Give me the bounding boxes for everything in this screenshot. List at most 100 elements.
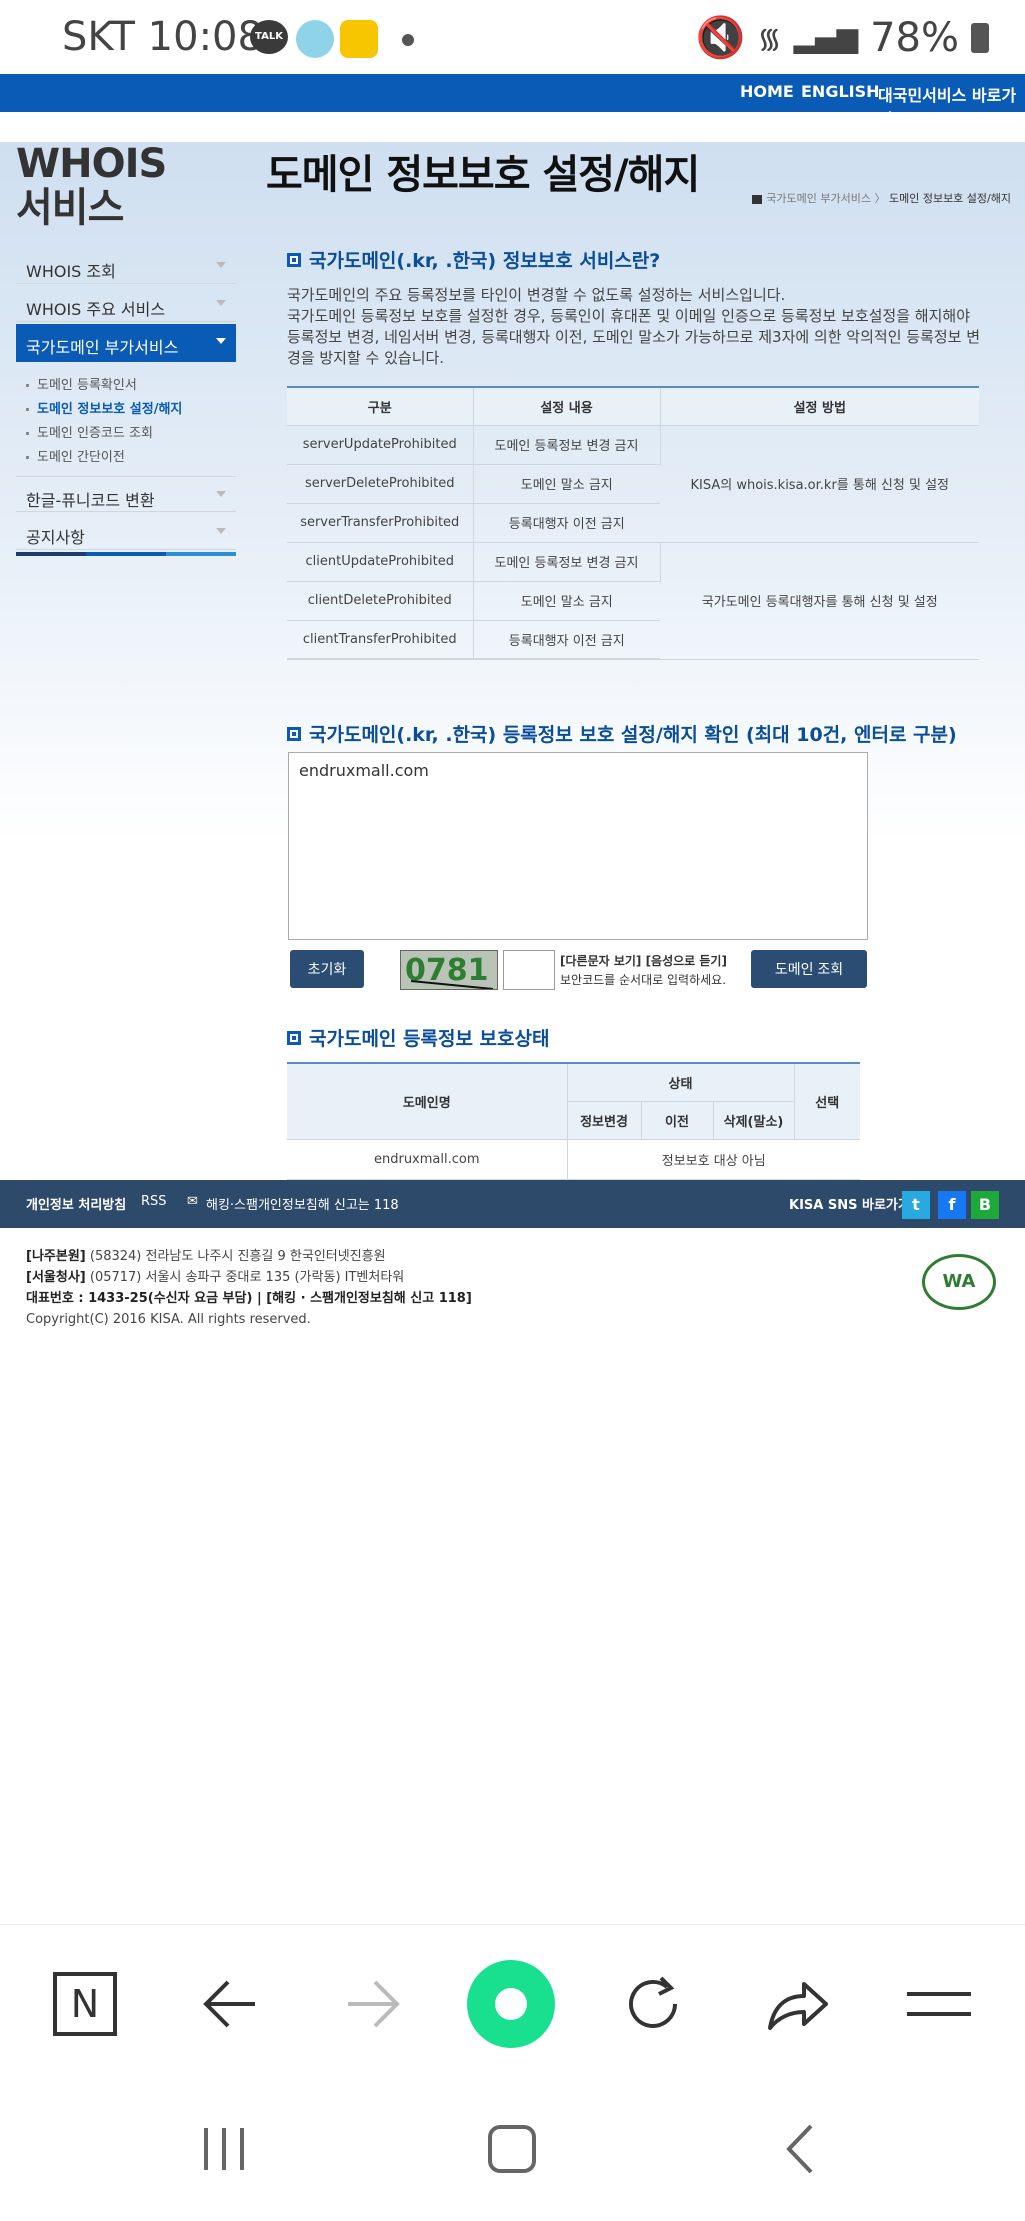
footer-bar: 개인정보 처리방침 RSS ✉ 해킹·스팸개인정보침해 신고는 118 KISA… [0, 1180, 1025, 1228]
kb-bank-icon [340, 20, 378, 58]
rss-link[interactable]: RSS [141, 1194, 167, 1209]
table-cell: 도메인 말소 금지 [473, 464, 660, 504]
table-header: 도메인명 [287, 1062, 568, 1140]
address-label: [나주본원] [26, 1249, 86, 1264]
chevron-down-icon [216, 262, 226, 268]
menu-icon[interactable] [904, 1969, 974, 2039]
submenu-registration-cert[interactable]: 도메인 등록확인서 [26, 374, 137, 393]
english-link[interactable]: ENGLISH [801, 82, 880, 101]
table-header: 상태 [567, 1062, 795, 1102]
section-description: 국가도메인의 주요 등록정보를 타인이 변경할 수 없도록 설정하는 서비스입니… [287, 285, 987, 369]
svg-text:N: N [71, 1982, 99, 2026]
table-cell: 정보보호 대상 아님 [567, 1139, 860, 1180]
sidebar-item-label: WHOIS 조회 [26, 262, 116, 281]
gov-service-link[interactable]: 대국민서비스 바로가기 [878, 82, 1025, 130]
section-heading-text: 국가도메인(.kr, .한국) 등록정보 보호 설정/해지 확인 (최대 10건… [309, 724, 957, 746]
more-notifications-icon [402, 34, 414, 46]
recent-apps-icon[interactable] [200, 2124, 250, 2178]
privacy-policy-link[interactable]: 개인정보 처리방침 [26, 1194, 126, 1213]
naver-green-dot-button[interactable] [466, 1959, 556, 2049]
table-cell: serverUpdateProhibited [287, 425, 474, 465]
wifi-icon: ᯾ [757, 21, 782, 55]
captcha-hint: 보안코드를 순서대로 입력하세요. [560, 973, 727, 987]
captcha-help: [다른문자 보기] [음성으로 듣기] 보안코드를 순서대로 입력하세요. [560, 952, 727, 990]
table-cell: serverDeleteProhibited [287, 464, 474, 504]
breadcrumb-current: 도메인 정보보호 설정/해지 [888, 192, 1011, 205]
table-cell: 도메인 등록정보 변경 금지 [473, 542, 661, 582]
battery-percent: 78% [870, 14, 959, 61]
bullet-icon [287, 1030, 301, 1045]
reset-button[interactable]: 초기화 [290, 950, 364, 988]
sidebar-heading-line2: 서비스 [16, 185, 124, 231]
section-heading-protection-info: 국가도메인(.kr, .한국) 정보보호 서비스란? [287, 246, 660, 273]
domain-lookup-button[interactable]: 도메인 조회 [751, 950, 867, 988]
mute-icon: 🔇 [695, 15, 746, 61]
address-seoul: [서울청사] (05717) 서울시 송파구 중대로 135 (가락동) IT벤… [26, 1267, 472, 1288]
home-link[interactable]: HOME [740, 82, 794, 101]
table-header: 정보변경 [567, 1101, 642, 1140]
sidebar-heading-line1: WHOIS [16, 141, 167, 187]
copyright: Copyright(C) 2016 KISA. All rights reser… [26, 1312, 311, 1327]
sidebar-item-label: 국가도메인 부가서비스 [26, 338, 179, 357]
table-cell: KISA의 whois.kisa.or.kr를 통해 신청 및 설정 [660, 425, 979, 543]
chevron-down-icon [216, 528, 226, 534]
bullet-icon [287, 726, 301, 741]
description-line: 국가도메인 등록정보 보호를 설정한 경우, 등록인이 휴대폰 및 이메일 인증… [287, 307, 981, 367]
battery-icon [971, 22, 989, 53]
sidebar-divider [16, 552, 236, 556]
table-header: 이전 [641, 1101, 714, 1140]
table-header: 설정 내용 [473, 386, 661, 426]
sidebar-item-whois-main[interactable]: WHOIS 주요 서비스 [16, 286, 236, 322]
table-header: 삭제(말소) [713, 1101, 795, 1140]
breadcrumb-parent[interactable]: 국가도메인 부가서비스 [766, 192, 871, 205]
domain-input-textarea[interactable]: endruxmall.com [288, 752, 868, 940]
section-heading-text: 국가도메인(.kr, .한국) 정보보호 서비스란? [309, 250, 661, 272]
sidebar-item-national-domain[interactable]: 국가도메인 부가서비스 [16, 324, 236, 362]
sidebar-item-notice[interactable]: 공지사항 [16, 514, 236, 550]
submenu-info-protection[interactable]: 도메인 정보보호 설정/해지 [26, 398, 182, 417]
mail-icon: ✉ [187, 1194, 198, 1209]
system-back-icon[interactable] [785, 2124, 815, 2178]
sidebar-item-punycode[interactable]: 한글-퓨니코드 변환 [16, 476, 236, 512]
submenu-simple-transfer[interactable]: 도메인 간단이전 [26, 446, 125, 465]
captcha-input[interactable] [503, 950, 555, 990]
carrier-time: SKT 10:08 [62, 14, 263, 60]
sidebar-heading: WHOIS 서비스 [16, 141, 167, 231]
content-area: WHOIS 서비스 도메인 정보보호 설정/해지 국가도메인 부가서비스 〉 도… [0, 142, 1025, 1180]
facebook-icon[interactable]: f [938, 1191, 966, 1219]
wa-certification-logo: WA [922, 1254, 996, 1310]
home-icon[interactable] [752, 194, 763, 204]
kakaotalk-icon: TALK [250, 20, 288, 54]
forward-arrow-icon[interactable] [338, 1969, 408, 2039]
blog-icon[interactable]: B [971, 1191, 999, 1219]
table-cell: endruxmall.com [287, 1139, 568, 1180]
chevron-down-icon [216, 300, 226, 306]
submenu-auth-code[interactable]: 도메인 인증코드 조회 [26, 422, 153, 441]
captcha-links[interactable]: [다른문자 보기] [음성으로 듣기] [560, 952, 727, 971]
home-button-icon[interactable] [487, 2124, 537, 2178]
report-link[interactable]: 해킹·스팸개인정보침해 신고는 118 [206, 1194, 399, 1213]
table-header: 구분 [287, 386, 474, 426]
table-cell: serverTransferProhibited [287, 503, 474, 543]
table-cell: 등록대행자 이전 금지 [473, 620, 660, 660]
sidebar-item-whois-lookup[interactable]: WHOIS 조회 [16, 248, 236, 284]
protection-status-table: 도메인명 상태 선택 정보변경 이전 삭제(말소) endruxmall.com… [287, 1062, 860, 1180]
top-nav: HOME ENGLISH 대국민서비스 바로가기 [0, 74, 1025, 129]
sidebar-item-label: WHOIS 주요 서비스 [26, 300, 166, 319]
refresh-icon[interactable] [618, 1969, 688, 2039]
table-row: serverUpdateProhibited 도메인 등록정보 변경 금지 KI… [287, 425, 979, 543]
twitter-icon[interactable]: t [902, 1191, 930, 1219]
address-text: (58324) 전라남도 나주시 진흥길 9 한국인터넷진흥원 [89, 1249, 386, 1264]
table-header: 선택 [794, 1062, 860, 1140]
share-icon[interactable] [762, 1969, 832, 2039]
table-cell: clientUpdateProhibited [287, 542, 474, 582]
notification-app-icon [296, 20, 334, 58]
address-text: (05717) 서울시 송파구 중대로 135 (가락동) IT벤처타워 [89, 1270, 405, 1285]
sidebar-item-label: 한글-퓨니코드 변환 [26, 491, 155, 510]
description-line: 국가도메인의 주요 등록정보를 타인이 변경할 수 없도록 설정하는 서비스입니… [287, 286, 786, 304]
table-cell: clientTransferProhibited [287, 620, 474, 660]
back-arrow-icon[interactable] [195, 1969, 265, 2039]
status-icons: 🔇 ᯾ ▂▄▆ 78% [696, 14, 989, 61]
signal-icon: ▂▄▆ [793, 21, 859, 54]
naver-home-icon[interactable]: N [50, 1969, 120, 2039]
